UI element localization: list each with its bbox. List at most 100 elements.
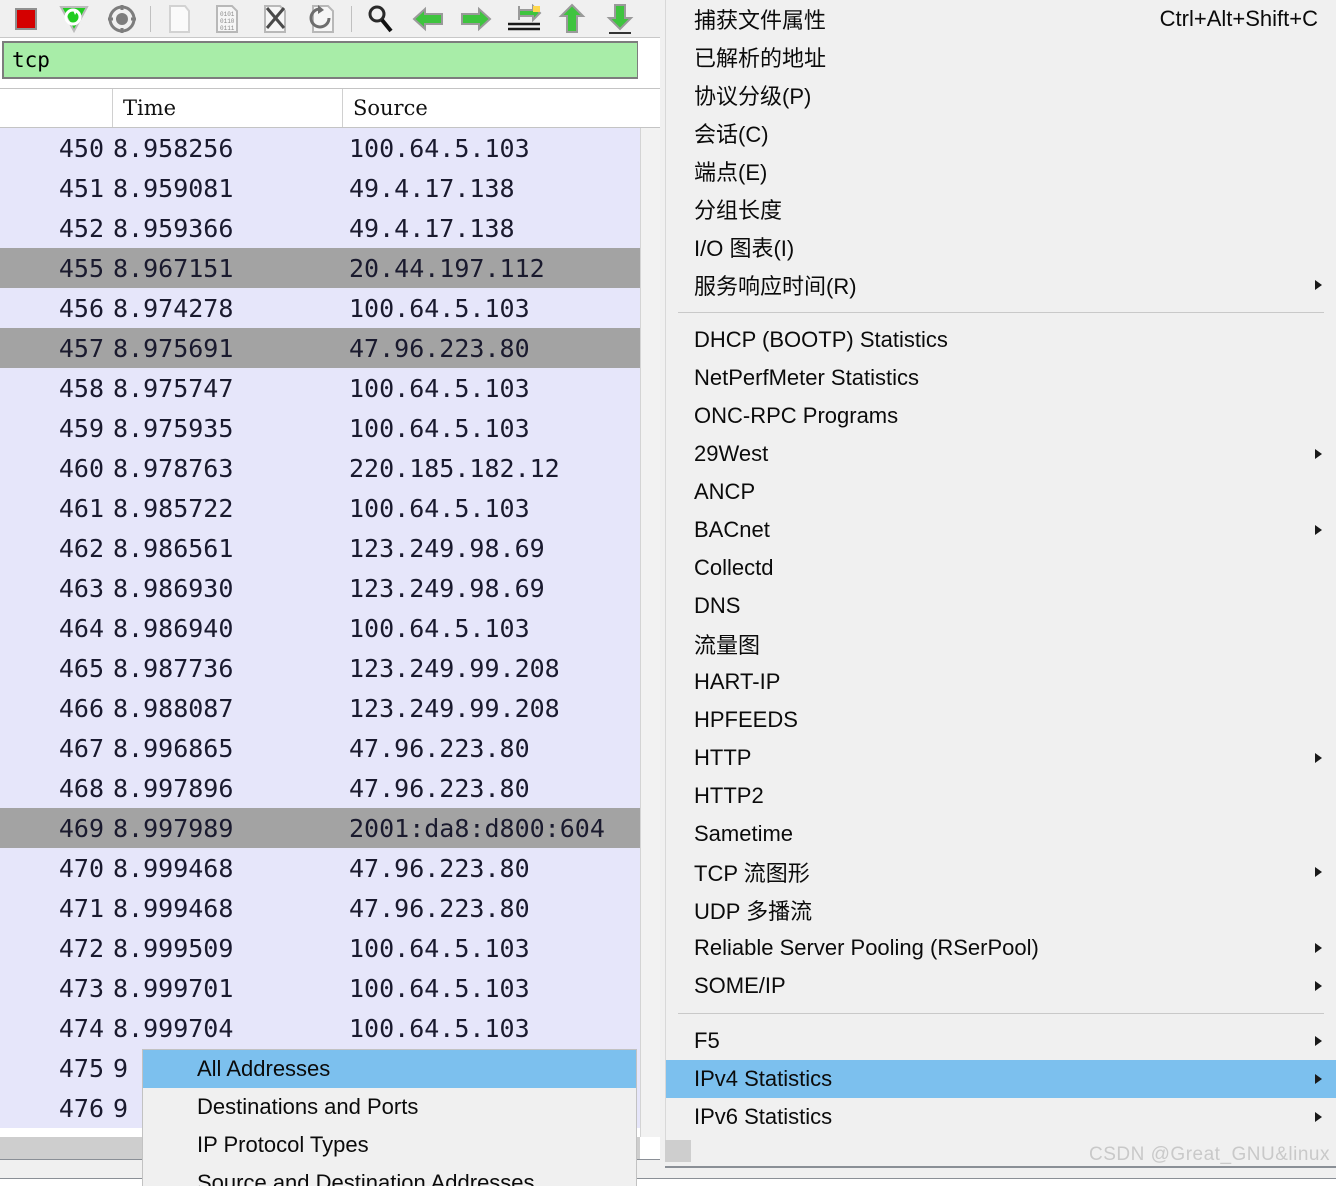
packet-row[interactable]: 457 8.975691 47.96.223.80	[0, 328, 640, 368]
packet-number: 455	[58, 253, 104, 283]
menu-item-label: HPFEEDS	[694, 707, 798, 732]
menu-item[interactable]: 端点(E)	[666, 152, 1336, 190]
toolbar-separator	[150, 5, 151, 32]
packet-time: 8.987736	[113, 653, 234, 683]
go-back-icon[interactable]	[404, 1, 452, 37]
go-to-packet-icon[interactable]	[500, 1, 548, 37]
menu-item[interactable]: Sametime	[666, 815, 1336, 853]
restart-capture-icon[interactable]	[50, 1, 98, 37]
submenu-arrow-icon	[1315, 981, 1322, 991]
packet-row[interactable]: 456 8.974278 100.64.5.103	[0, 288, 640, 328]
packet-number: 471	[58, 893, 104, 923]
packet-row[interactable]: 455 8.967151 20.44.197.112	[0, 248, 640, 288]
menu-item[interactable]: HTTP2	[666, 777, 1336, 815]
column-header-no[interactable]: No.	[0, 89, 113, 127]
ipv4-statistics-submenu[interactable]: All Addresses Destinations and Ports IP Pr…	[142, 1049, 637, 1186]
menu-item[interactable]: UDP 多播流	[666, 891, 1336, 929]
packet-source: 123.249.99.208	[349, 653, 560, 683]
menu-item[interactable]: ANCP	[666, 473, 1336, 511]
menu-item[interactable]: TCP 流图形	[666, 853, 1336, 891]
close-file-icon[interactable]	[251, 1, 299, 37]
packet-row[interactable]: 452 8.959366 49.4.17.138	[0, 208, 640, 248]
display-filter-input[interactable]	[2, 41, 638, 79]
packet-row[interactable]: 470 8.999468 47.96.223.80	[0, 848, 640, 888]
menu-item[interactable]: Reliable Server Pooling (RSerPool)	[666, 929, 1336, 967]
column-header-source[interactable]: Source	[343, 89, 637, 127]
menu-item[interactable]: IPv4 Statistics	[666, 1060, 1336, 1098]
menu-item[interactable]: 会话(C)	[666, 114, 1336, 152]
packet-row[interactable]: 458 8.975747 100.64.5.103	[0, 368, 640, 408]
menu-item[interactable]: 捕获文件属性 Ctrl+Alt+Shift+C	[666, 0, 1336, 38]
watermark-text: CSDN @Great_GNU&linux	[1089, 1144, 1330, 1165]
submenu-item[interactable]: IP Protocol Types	[143, 1126, 636, 1164]
packet-row[interactable]: 461 8.985722 100.64.5.103	[0, 488, 640, 528]
packet-list-vertical-scrollbar[interactable]	[640, 128, 660, 1137]
open-file-icon[interactable]	[155, 1, 203, 37]
menu-item[interactable]: DNS	[666, 587, 1336, 625]
menu-item[interactable]: ONC-RPC Programs	[666, 397, 1336, 435]
capture-options-icon[interactable]	[98, 1, 146, 37]
packet-row[interactable]: 466 8.988087 123.249.99.208	[0, 688, 640, 728]
menu-item[interactable]: HART-IP	[666, 663, 1336, 701]
packet-time: 8.974278	[113, 293, 234, 323]
packet-source: 49.4.17.138	[349, 173, 515, 203]
packet-row[interactable]: 474 8.999704 100.64.5.103	[0, 1008, 640, 1048]
packet-row[interactable]: 467 8.996865 47.96.223.80	[0, 728, 640, 768]
find-packet-icon[interactable]	[356, 1, 404, 37]
go-forward-icon[interactable]	[452, 1, 500, 37]
packet-time: 8.958256	[113, 133, 234, 163]
packet-source: 100.64.5.103	[349, 973, 530, 1003]
packet-row[interactable]: 464 8.986940 100.64.5.103	[0, 608, 640, 648]
packet-number: 452	[58, 213, 104, 243]
packet-row[interactable]: 460 8.978763 220.185.182.12	[0, 448, 640, 488]
packet-row[interactable]: 465 8.987736 123.249.99.208	[0, 648, 640, 688]
menu-item[interactable]: 流量图	[666, 625, 1336, 663]
menu-item[interactable]: 29West	[666, 435, 1336, 473]
packet-row[interactable]: 462 8.986561 123.249.98.69	[0, 528, 640, 568]
menu-item[interactable]: IPv6 Statistics	[666, 1098, 1336, 1136]
go-last-packet-icon[interactable]	[596, 1, 644, 37]
menu-item[interactable]: SOME/IP	[666, 967, 1336, 1005]
statistics-menu[interactable]: 捕获文件属性 Ctrl+Alt+Shift+C 已解析的地址 协议分级(P) 会话(C)…	[665, 0, 1336, 1140]
save-file-icon[interactable]: 0101 0110 0111	[203, 1, 251, 37]
menu-item[interactable]: 分组长度	[666, 190, 1336, 228]
packet-number: 468	[58, 773, 104, 803]
packet-number: 473	[58, 973, 104, 1003]
menu-item[interactable]: Collectd	[666, 549, 1336, 587]
packet-row[interactable]: 472 8.999509 100.64.5.103	[0, 928, 640, 968]
packet-row[interactable]: 459 8.975935 100.64.5.103	[0, 408, 640, 448]
packet-row[interactable]: 450 8.958256 100.64.5.103	[0, 128, 640, 168]
submenu-item[interactable]: All Addresses	[143, 1050, 636, 1088]
menu-item[interactable]: NetPerfMeter Statistics	[666, 359, 1336, 397]
packet-row[interactable]: 468 8.997896 47.96.223.80	[0, 768, 640, 808]
menu-item[interactable]: BACnet	[666, 511, 1336, 549]
packet-row[interactable]: 451 8.959081 49.4.17.138	[0, 168, 640, 208]
packet-time: 8.959081	[113, 173, 234, 203]
menu-item[interactable]: 协议分级(P)	[666, 76, 1336, 114]
stop-capture-icon[interactable]	[2, 1, 50, 37]
packet-time: 8.967151	[113, 253, 234, 283]
packet-number: 475	[58, 1053, 104, 1083]
menu-item[interactable]: DHCP (BOOTP) Statistics	[666, 321, 1336, 359]
packet-row[interactable]: 471 8.999468 47.96.223.80	[0, 888, 640, 928]
packet-list[interactable]: 450 8.958256 100.64.5.103 451 8.959081 49.4.1…	[0, 128, 640, 1128]
submenu-item[interactable]: Destinations and Ports	[143, 1088, 636, 1126]
submenu-item[interactable]: Source and Destination Addresses	[143, 1164, 636, 1186]
menu-item[interactable]: 服务响应时间(R)	[666, 266, 1336, 304]
packet-row[interactable]: 463 8.986930 123.249.98.69	[0, 568, 640, 608]
submenu-arrow-icon	[1315, 1112, 1322, 1122]
menu-item-shortcut: Ctrl+Alt+Shift+C	[1159, 6, 1318, 31]
menu-item[interactable]: F5	[666, 1022, 1336, 1060]
submenu-arrow-icon	[1315, 1074, 1322, 1084]
menu-item[interactable]: I/O 图表(I)	[666, 228, 1336, 266]
menu-item[interactable]: HTTP	[666, 739, 1336, 777]
detail-pane-scroll-thumb[interactable]	[665, 1140, 691, 1162]
go-first-packet-icon[interactable]	[548, 1, 596, 37]
menu-item[interactable]: 已解析的地址	[666, 38, 1336, 76]
reload-file-icon[interactable]	[299, 1, 347, 37]
packet-row[interactable]: 469 8.997989 2001:da8:d800:604	[0, 808, 640, 848]
packet-row[interactable]: 473 8.999701 100.64.5.103	[0, 968, 640, 1008]
svg-text:0111: 0111	[220, 25, 235, 32]
column-header-time[interactable]: Time	[113, 89, 343, 127]
menu-item[interactable]: HPFEEDS	[666, 701, 1336, 739]
